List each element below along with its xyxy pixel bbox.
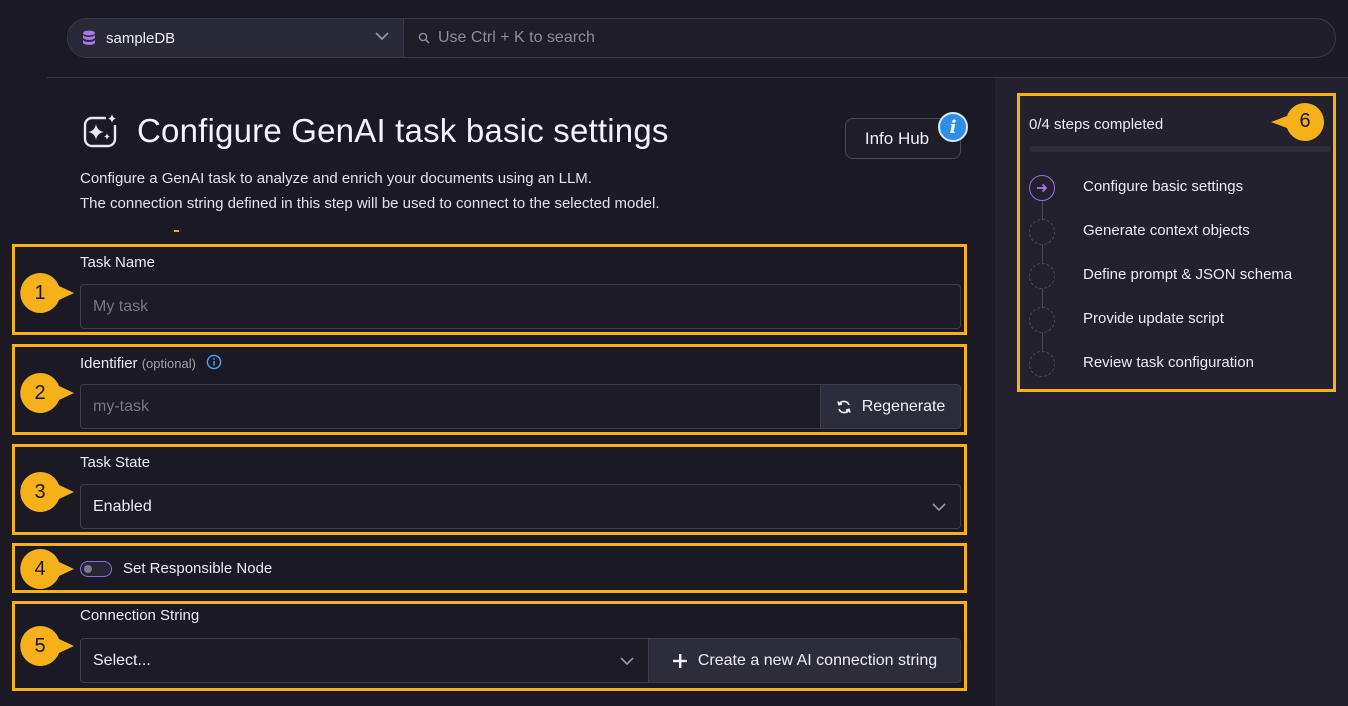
database-icon (83, 30, 95, 45)
toggle-knob (84, 565, 92, 573)
step-indicator (1029, 219, 1055, 245)
step-item-configure[interactable]: Configure basic settings (1083, 178, 1243, 195)
task-state-value: Enabled (93, 497, 152, 515)
search-icon (418, 32, 430, 44)
accent-dash (174, 230, 179, 232)
plus-icon (672, 653, 687, 668)
connection-string-label: Connection String (80, 607, 200, 624)
task-state-select[interactable]: Enabled (80, 484, 961, 529)
top-bar: sampleDB Use Ctrl + K to search (67, 18, 1336, 58)
create-connection-string-button[interactable]: Create a new AI connection string (648, 638, 961, 683)
chevron-down-icon (375, 32, 389, 41)
chevron-down-icon (932, 502, 946, 511)
callout-number-4: 4 (34, 557, 46, 580)
identifier-optional-label: (optional) (141, 356, 196, 371)
identifier-label: Identifier (80, 355, 138, 372)
step-item-context[interactable]: Generate context objects (1083, 222, 1250, 239)
info-icon[interactable]: i (938, 112, 968, 142)
database-selector[interactable]: sampleDB (68, 19, 404, 57)
connection-string-select[interactable]: Select... (80, 638, 649, 683)
description-line-2: The connection string defined in this st… (80, 195, 660, 212)
step-indicator-active (1029, 175, 1055, 201)
callout-number-5: 5 (34, 634, 46, 657)
identifier-placeholder: my-task (93, 397, 149, 415)
step-indicator (1029, 351, 1055, 377)
step-indicator (1029, 263, 1055, 289)
step-indicator (1029, 307, 1055, 333)
search-placeholder: Use Ctrl + K to search (438, 29, 595, 46)
task-state-label: Task State (80, 454, 151, 471)
info-circle-icon[interactable] (206, 354, 222, 370)
regenerate-label: Regenerate (861, 397, 946, 415)
description-line-1: Configure a GenAI task to analyze and en… (80, 170, 592, 187)
create-connection-string-label: Create a new AI connection string (697, 651, 938, 669)
chevron-down-icon (620, 656, 634, 665)
callout-number-6: 6 (1299, 109, 1311, 132)
task-name-input[interactable]: My task (80, 284, 961, 329)
callout-number-2: 2 (34, 381, 46, 404)
steps-progress-bar (1029, 146, 1331, 152)
identifier-input[interactable]: my-task (80, 384, 821, 429)
responsible-node-toggle[interactable] (80, 561, 112, 577)
sparkles-ai-icon (83, 113, 120, 148)
steps-progress-text: 0/4 steps completed (1029, 116, 1164, 133)
step-item-script[interactable]: Provide update script (1083, 310, 1224, 327)
step-item-review[interactable]: Review task configuration (1083, 354, 1254, 371)
callout-number-1: 1 (34, 281, 46, 304)
step-item-prompt[interactable]: Define prompt & JSON schema (1083, 266, 1292, 283)
responsible-node-label: Set Responsible Node (123, 560, 273, 577)
arrow-right-icon (1037, 183, 1048, 193)
callout-number-3: 3 (34, 480, 46, 503)
task-name-placeholder: My task (93, 297, 149, 315)
connection-string-value: Select... (93, 651, 151, 669)
task-name-label: Task Name (80, 254, 156, 271)
page-title: Configure GenAI task basic settings (137, 112, 669, 149)
refresh-icon (836, 400, 851, 413)
search-input[interactable]: Use Ctrl + K to search (404, 19, 1335, 57)
database-name: sampleDB (106, 29, 176, 47)
identifier-label-group: Identifier (optional) (80, 354, 222, 372)
regenerate-button[interactable]: Regenerate (820, 384, 961, 429)
